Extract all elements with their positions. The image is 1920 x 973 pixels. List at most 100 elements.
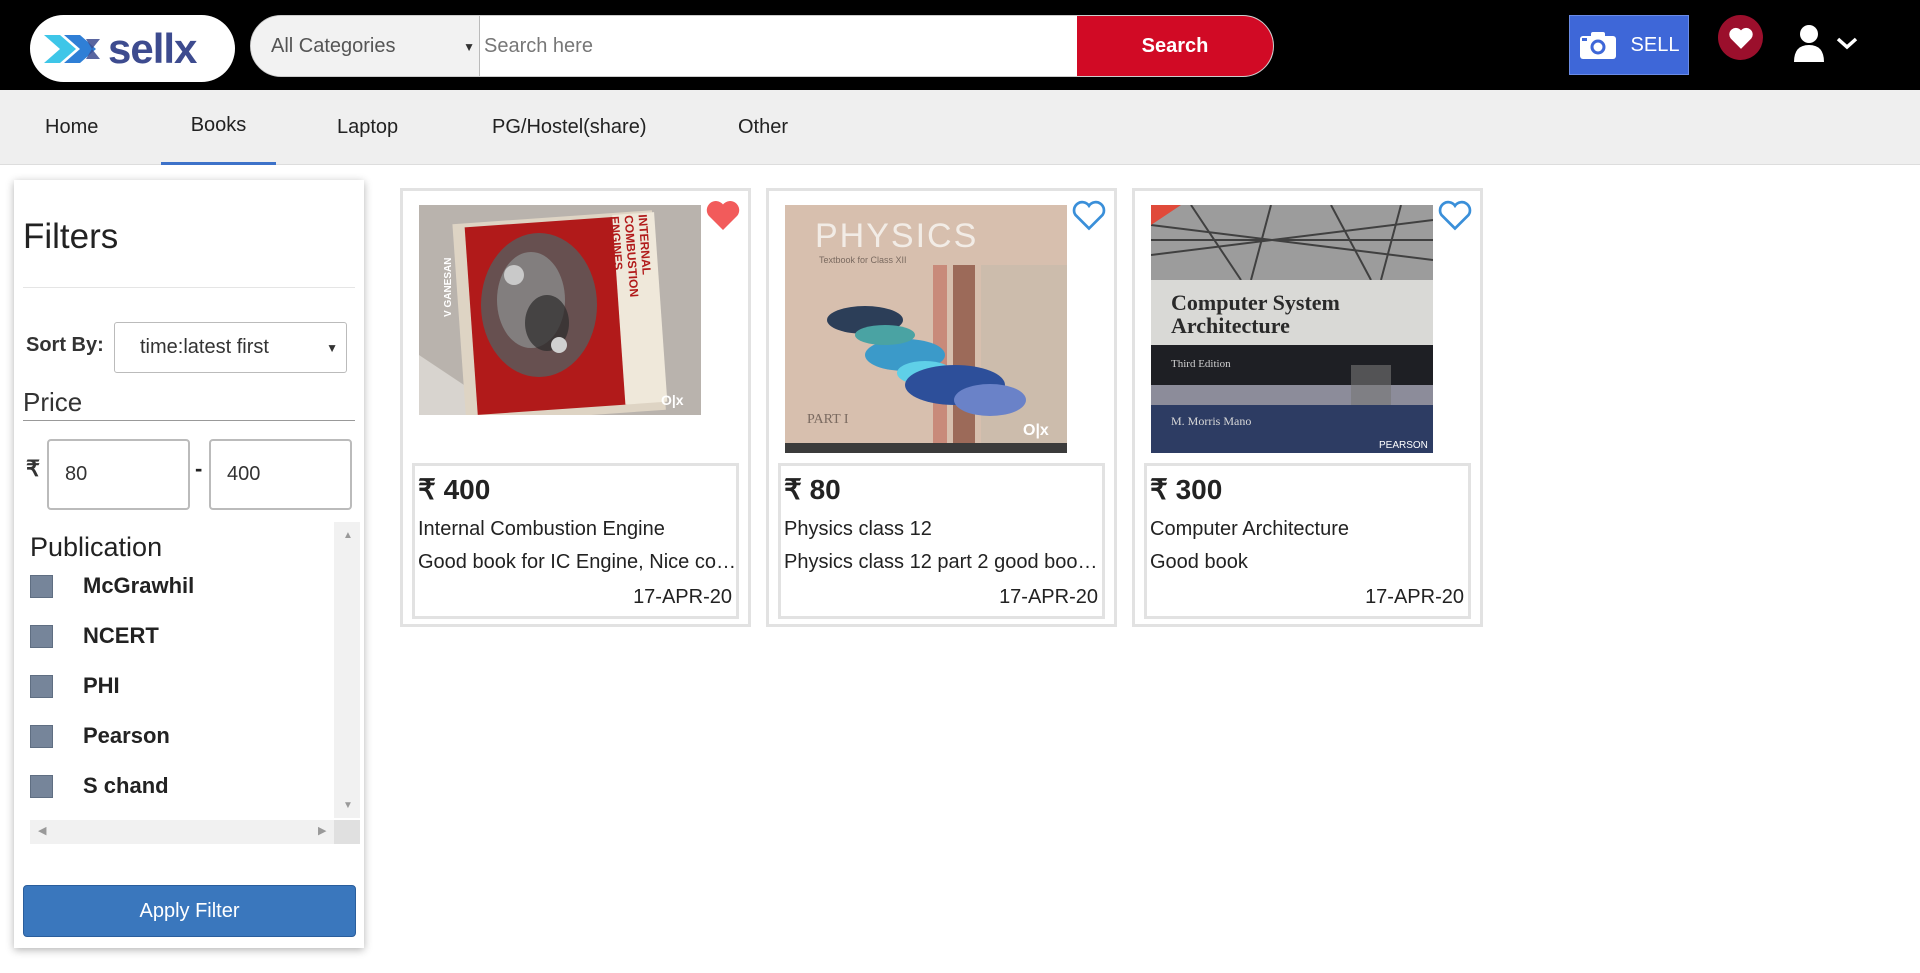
chevron-down-icon <box>1836 37 1858 49</box>
camera-icon <box>1579 32 1616 59</box>
scroll-up-icon[interactable]: ▲ <box>343 530 353 541</box>
watermark-logo: O|x <box>1023 422 1049 439</box>
publication-label: McGrawhil <box>83 573 195 598</box>
product-image[interactable]: PHYSICS Textbook for Class XII PART I O|… <box>785 205 1067 453</box>
product-card-computer-architecture[interactable]: Computer System Architecture Third Editi… <box>1132 188 1483 627</box>
sell-button-label: SELL <box>1630 33 1680 56</box>
book-cover-image: Computer System Architecture Third Editi… <box>1151 205 1433 453</box>
search-bar: All Categories ▼ Search <box>250 15 1274 77</box>
user-icon <box>1794 24 1824 62</box>
filters-title: Filters <box>23 217 119 256</box>
cover-author: V GANESAN <box>443 258 454 317</box>
sellx-logo[interactable]: sellx <box>30 15 235 82</box>
product-image[interactable]: Computer System Architecture Third Editi… <box>1151 205 1433 453</box>
publication-label: NCERT <box>83 623 159 648</box>
publication-filter-list: Publication McGrawhil NCERT PHI Pearson … <box>30 522 363 862</box>
cover-publisher: PEARSON <box>1379 440 1428 451</box>
vertical-scrollbar[interactable]: ▲ ▼ <box>334 522 360 818</box>
publication-label: PHI <box>83 673 120 698</box>
cover-subtitle: Textbook for Class XII <box>819 255 907 265</box>
scroll-left-icon[interactable]: ◀ <box>38 824 46 837</box>
category-nav: Home Books Laptop PG/Hostel(share) Other <box>0 90 1920 165</box>
scrollbar-corner <box>334 820 360 844</box>
product-description: Good book <box>1150 551 1248 573</box>
product-description: Good book for IC Engine, Nice condition <box>418 551 736 573</box>
product-price: ₹ 300 <box>1150 474 1223 505</box>
apply-filter-button[interactable]: Apply Filter <box>23 885 356 937</box>
search-button[interactable]: Search <box>1077 16 1273 76</box>
heart-icon <box>1728 27 1753 49</box>
scroll-right-icon[interactable]: ▶ <box>318 824 326 837</box>
book-cover-image: INTERNAL COMBUSTION ENGINES V GANESAN O|… <box>419 205 701 415</box>
product-card-ic-engine[interactable]: INTERNAL COMBUSTION ENGINES V GANESAN O|… <box>400 188 751 627</box>
nav-tab-books[interactable]: Books <box>161 90 276 165</box>
favorite-heart-icon[interactable] <box>1071 198 1107 232</box>
category-select-value: All Categories <box>271 34 396 57</box>
checkbox[interactable] <box>30 574 53 598</box>
publication-option-phi[interactable]: PHI <box>30 671 120 701</box>
cover-title-line: Computer System <box>1171 290 1340 315</box>
cover-author: M. Morris Mano <box>1171 414 1251 428</box>
divider <box>23 287 355 288</box>
checkbox[interactable] <box>30 724 53 748</box>
publication-option-pearson[interactable]: Pearson <box>30 721 170 751</box>
nav-tab-home[interactable]: Home <box>45 90 98 165</box>
price-min-input[interactable] <box>47 439 190 510</box>
sell-button[interactable]: SELL <box>1569 15 1689 75</box>
nav-tab-other[interactable]: Other <box>738 90 788 165</box>
price-separator: - <box>195 456 203 481</box>
sort-select-value: time:latest first <box>140 336 269 358</box>
product-title: Internal Combustion Engine <box>418 518 665 540</box>
chevron-down-icon: ▼ <box>326 341 338 355</box>
watermark-logo: O|x <box>661 392 684 408</box>
chevron-down-icon: ▼ <box>463 40 475 54</box>
filters-panel: Filters Sort By: time:latest first ▼ Pri… <box>14 180 364 948</box>
price-max-input[interactable] <box>209 439 352 510</box>
product-price: ₹ 80 <box>784 474 841 505</box>
sort-select[interactable]: time:latest first ▼ <box>114 322 347 373</box>
cover-edition: Third Edition <box>1171 358 1231 370</box>
divider <box>23 420 355 421</box>
scroll-down-icon[interactable]: ▼ <box>343 800 353 811</box>
book-cover-image: PHYSICS Textbook for Class XII PART I O|… <box>785 205 1067 453</box>
product-image[interactable]: INTERNAL COMBUSTION ENGINES V GANESAN O|… <box>419 205 701 415</box>
sort-label: Sort By: <box>26 334 104 356</box>
publication-heading: Publication <box>30 532 163 562</box>
product-title: Computer Architecture <box>1150 518 1349 540</box>
product-price: ₹ 400 <box>418 474 491 505</box>
product-title: Physics class 12 <box>784 518 932 540</box>
publication-option-ncert[interactable]: NCERT <box>30 621 159 651</box>
cover-title: PHYSICS <box>815 217 978 255</box>
checkbox[interactable] <box>30 674 53 698</box>
product-description: Physics class 12 part 2 good book for bo… <box>784 551 1102 573</box>
rupee-symbol: ₹ <box>26 456 40 481</box>
search-input[interactable] <box>480 16 1077 76</box>
top-header: sellx All Categories ▼ Search SELL <box>0 0 1920 90</box>
price-heading: Price <box>23 387 83 417</box>
product-date: 17-APR-20 <box>999 586 1098 608</box>
nav-tab-laptop[interactable]: Laptop <box>337 90 398 165</box>
cover-part: PART I <box>807 412 849 427</box>
horizontal-scrollbar[interactable]: ◀ ▶ <box>30 820 334 844</box>
favorites-button[interactable] <box>1718 15 1763 60</box>
publication-option-s-chand[interactable]: S chand <box>30 771 169 801</box>
publication-label: Pearson <box>83 723 170 748</box>
checkbox[interactable] <box>30 624 53 648</box>
user-menu-button[interactable] <box>1792 20 1864 65</box>
product-info: ₹ 80 Physics class 12 Physics class 12 p… <box>778 463 1105 619</box>
category-select[interactable]: All Categories ▼ <box>251 16 480 76</box>
nav-tab-pg-hostel[interactable]: PG/Hostel(share) <box>492 90 647 165</box>
favorite-heart-icon[interactable] <box>705 198 741 232</box>
cover-title-line: Architecture <box>1171 313 1290 338</box>
product-info: ₹ 400 Internal Combustion Engine Good bo… <box>412 463 739 619</box>
logo-mark-icon <box>44 34 100 63</box>
product-date: 17-APR-20 <box>1365 586 1464 608</box>
publication-option-mcgrawhil[interactable]: McGrawhil <box>30 571 194 601</box>
publication-label: S chand <box>83 773 169 798</box>
favorite-heart-icon[interactable] <box>1437 198 1473 232</box>
checkbox[interactable] <box>30 774 53 798</box>
product-info: ₹ 300 Computer Architecture Good book 17… <box>1144 463 1471 619</box>
logo-text: sellx <box>108 24 197 72</box>
product-card-physics[interactable]: PHYSICS Textbook for Class XII PART I O|… <box>766 188 1117 627</box>
product-date: 17-APR-20 <box>633 586 732 608</box>
